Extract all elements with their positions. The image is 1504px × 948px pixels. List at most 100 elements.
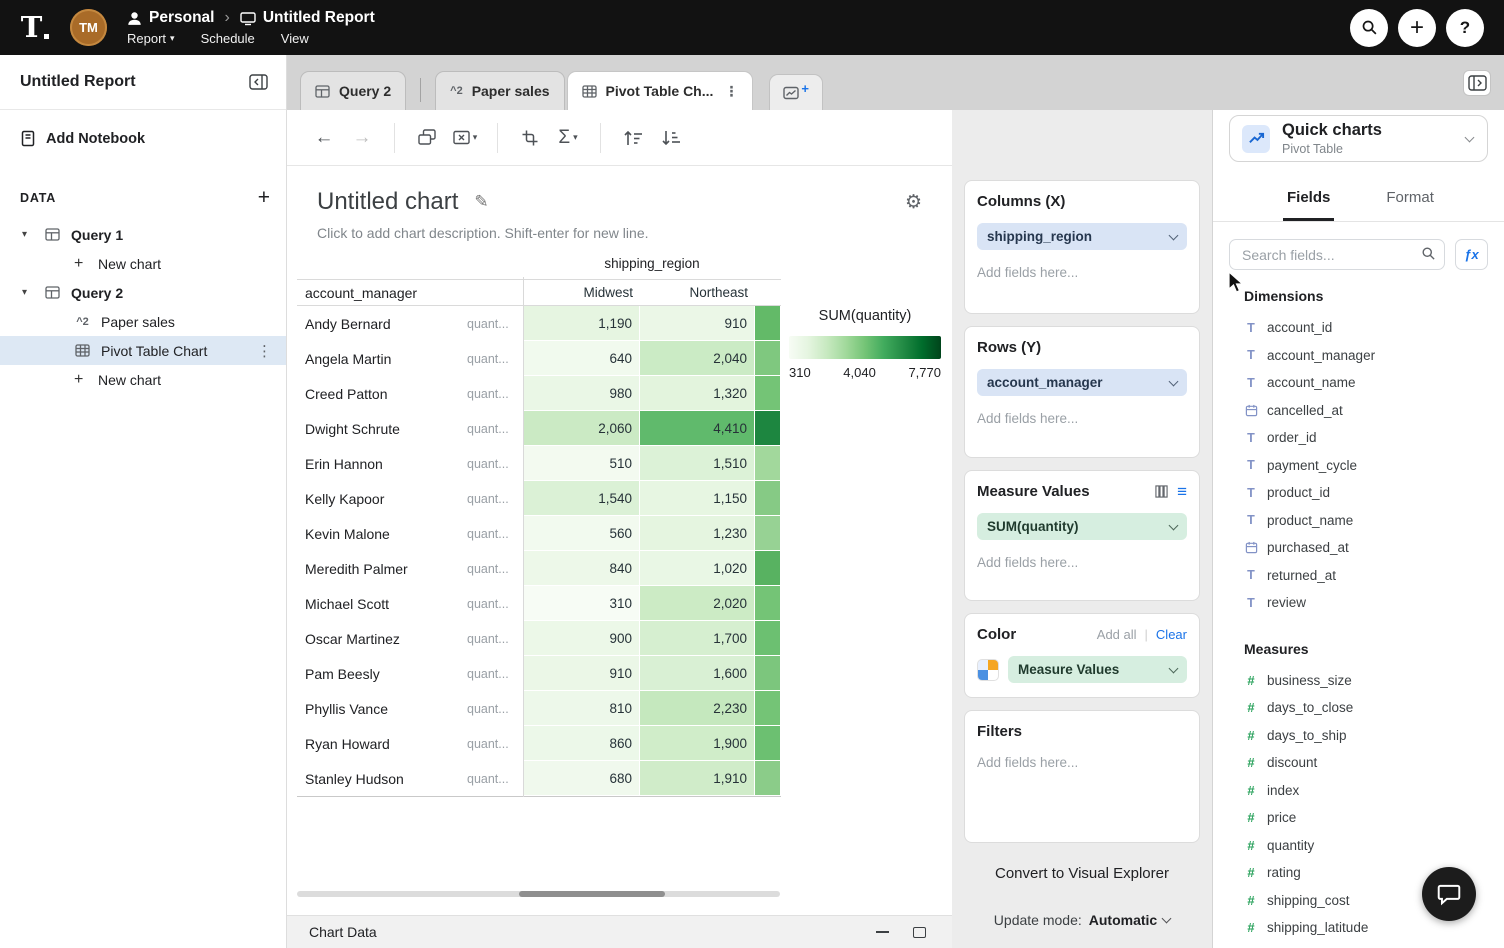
heatmap-cell[interactable]: 1,190	[523, 306, 640, 341]
heatmap-cell[interactable]: 1,510	[640, 446, 755, 481]
sidebar-item-paper-sales[interactable]: ^2Paper sales	[0, 307, 286, 336]
collapse-right-panel-button[interactable]	[1463, 70, 1491, 96]
heatmap-cell[interactable]: 1,910	[640, 761, 755, 796]
add-button[interactable]: +	[1398, 9, 1436, 47]
chart-description-placeholder[interactable]: Click to add chart description. Shift-en…	[317, 225, 922, 241]
heatmap-cell[interactable]: 980	[523, 376, 640, 411]
field-measure-index[interactable]: #index	[1213, 777, 1504, 805]
sidebar-item-query-2[interactable]: ▾Query 2	[0, 278, 286, 307]
report-title[interactable]: Untitled Report	[263, 9, 375, 27]
chart-title[interactable]: Untitled chart	[317, 188, 458, 216]
minimize-icon[interactable]	[876, 931, 889, 933]
chat-fab-button[interactable]	[1422, 867, 1476, 921]
field-dimension-purchased-at[interactable]: purchased_at	[1213, 534, 1504, 562]
add-data-button[interactable]: +	[258, 187, 270, 208]
heatmap-cell[interactable]: 2,060	[523, 411, 640, 446]
heatmap-cell[interactable]: 900	[523, 621, 640, 656]
maximize-icon[interactable]	[913, 927, 926, 938]
heatmap-cell[interactable]: 2,020	[640, 586, 755, 621]
field-dimension-order-id[interactable]: Torder_id	[1213, 424, 1504, 452]
chart-settings-gear-icon[interactable]: ⚙	[905, 191, 922, 214]
columns-field-pill[interactable]: shipping_region	[977, 223, 1187, 250]
duplicate-chart-button[interactable]	[408, 119, 446, 157]
heatmap-cell[interactable]: 4,410	[640, 411, 755, 446]
heatmap-cell[interactable]: 1,600	[640, 656, 755, 691]
tab-pivot-table-ch-[interactable]: Pivot Table Ch...⋮	[567, 71, 754, 110]
sidebar-item-pivot-table-chart[interactable]: Pivot Table Chart⋮	[0, 336, 286, 365]
measure-pill[interactable]: SUM(quantity)	[977, 513, 1187, 540]
field-measure-shipping-longitude[interactable]: #shipping_longitude	[1213, 942, 1504, 948]
heatmap-cell[interactable]: 1,150	[640, 481, 755, 516]
field-dimension-cancelled-at[interactable]: cancelled_at	[1213, 397, 1504, 425]
heatmap-cell[interactable]: 310	[523, 586, 640, 621]
aggregate-button[interactable]: Σ ▾	[549, 119, 587, 157]
tab-paper-sales[interactable]: ^2Paper sales	[435, 71, 564, 110]
heatmap-cell-partial[interactable]	[755, 551, 781, 586]
heatmap-cell-partial[interactable]	[755, 411, 781, 446]
field-dimension-account-name[interactable]: Taccount_name	[1213, 369, 1504, 397]
workspace-name[interactable]: Personal	[149, 9, 214, 27]
horizontal-scrollbar-thumb[interactable]	[519, 891, 665, 897]
field-dimension-returned-at[interactable]: Treturned_at	[1213, 562, 1504, 590]
heatmap-cell[interactable]: 2,040	[640, 341, 755, 376]
heatmap-cell-partial[interactable]	[755, 481, 781, 516]
column-header-midwest[interactable]: Midwest	[523, 280, 640, 305]
field-dimension-product-id[interactable]: Tproduct_id	[1213, 479, 1504, 507]
redo-button[interactable]: →	[343, 119, 381, 157]
search-button[interactable]	[1350, 9, 1388, 47]
rows-field-pill[interactable]: account_manager	[977, 369, 1187, 396]
field-dimension-payment-cycle[interactable]: Tpayment_cycle	[1213, 452, 1504, 480]
tab-format[interactable]: Format	[1382, 179, 1438, 221]
heatmap-cell-partial[interactable]	[755, 306, 781, 341]
heatmap-cell-partial[interactable]	[755, 446, 781, 481]
field-dimension-review[interactable]: Treview	[1213, 589, 1504, 617]
heatmap-cell-partial[interactable]	[755, 691, 781, 726]
heatmap-cell[interactable]: 910	[640, 306, 755, 341]
heatmap-cell[interactable]: 2,230	[640, 691, 755, 726]
field-measure-days-to-ship[interactable]: #days_to_ship	[1213, 722, 1504, 750]
heatmap-cell-partial[interactable]	[755, 341, 781, 376]
heatmap-cell[interactable]: 510	[523, 446, 640, 481]
columns-layout-icon[interactable]	[1155, 485, 1168, 498]
kebab-menu-icon[interactable]: ⋮	[724, 83, 738, 100]
heatmap-cell[interactable]: 840	[523, 551, 640, 586]
heatmap-cell[interactable]: 1,700	[640, 621, 755, 656]
heatmap-cell-partial[interactable]	[755, 656, 781, 691]
heatmap-cell[interactable]: 680	[523, 761, 640, 796]
heatmap-cell[interactable]: 560	[523, 516, 640, 551]
field-measure-quantity[interactable]: #quantity	[1213, 832, 1504, 860]
new-chart-tab-button[interactable]: +	[769, 74, 823, 110]
edit-title-pencil-icon[interactable]: ✎	[474, 192, 488, 212]
heatmap-cell[interactable]: 1,900	[640, 726, 755, 761]
sidebar-item-new-chart[interactable]: +New chart	[0, 365, 286, 394]
undo-button[interactable]: ←	[305, 119, 343, 157]
heatmap-cell[interactable]: 910	[523, 656, 640, 691]
convert-to-visual-explorer-button[interactable]: Convert to Visual Explorer	[964, 865, 1200, 882]
kebab-menu-icon[interactable]: ⋮	[257, 342, 272, 360]
user-avatar[interactable]: TM	[70, 9, 107, 46]
sidebar-item-query-1[interactable]: ▾Query 1	[0, 220, 286, 249]
help-button[interactable]: ?	[1446, 9, 1484, 47]
menu-report[interactable]: Report▾	[127, 31, 175, 46]
color-field-pill[interactable]: Measure Values	[1008, 656, 1187, 683]
heatmap-cell[interactable]: 1,020	[640, 551, 755, 586]
add-notebook-button[interactable]: Add Notebook	[0, 110, 286, 147]
menu-view[interactable]: View	[281, 31, 309, 46]
heatmap-cell[interactable]: 640	[523, 341, 640, 376]
column-header-northeast[interactable]: Northeast	[640, 280, 755, 305]
heatmap-cell[interactable]: 1,230	[640, 516, 755, 551]
heatmap-cell-partial[interactable]	[755, 621, 781, 656]
field-measure-days-to-close[interactable]: #days_to_close	[1213, 694, 1504, 722]
collapse-sidebar-button[interactable]	[244, 69, 272, 95]
heatmap-cell-partial[interactable]	[755, 761, 781, 796]
heatmap-cell-partial[interactable]	[755, 726, 781, 761]
formula-fx-button[interactable]: ƒx	[1455, 239, 1488, 270]
heatmap-cell-partial[interactable]	[755, 516, 781, 551]
field-measure-business-size[interactable]: #business_size	[1213, 667, 1504, 695]
heatmap-cell-partial[interactable]	[755, 586, 781, 621]
add-all-link[interactable]: Add all	[1097, 627, 1137, 642]
field-dimension-account-manager[interactable]: Taccount_manager	[1213, 342, 1504, 370]
clear-link[interactable]: Clear	[1156, 627, 1187, 642]
heatmap-cell[interactable]: 1,540	[523, 481, 640, 516]
list-layout-icon[interactable]: ≡	[1177, 483, 1187, 500]
